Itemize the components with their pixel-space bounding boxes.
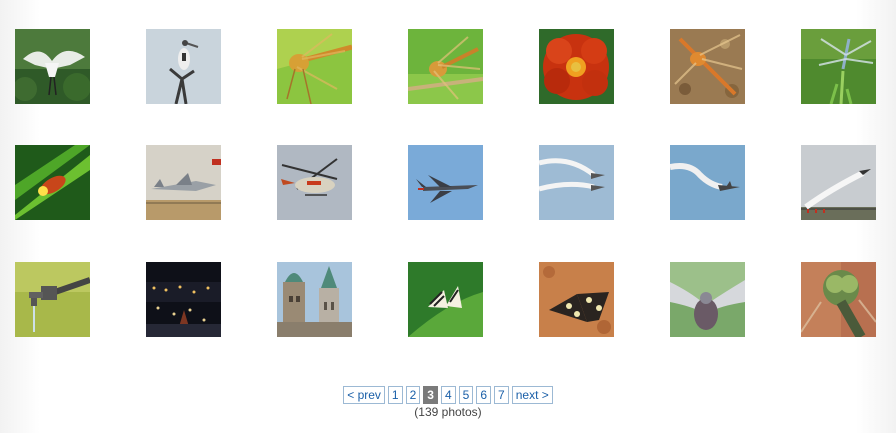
pigeon-photo[interactable] — [670, 262, 745, 337]
photo-grid — [0, 0, 896, 360]
page-link-7[interactable]: 7 — [494, 386, 509, 404]
helicopter-photo[interactable] — [277, 145, 352, 220]
fighter-jet-photo[interactable] — [408, 145, 483, 220]
dragonfly-orange-photo[interactable] — [277, 29, 352, 104]
water-tap-photo[interactable] — [15, 262, 90, 337]
next-page-link[interactable]: next > — [511, 386, 553, 404]
jet-on-runway-photo[interactable] — [146, 145, 221, 220]
stork-in-flight-photo[interactable] — [15, 29, 90, 104]
current-page-indicator: 3 — [423, 386, 438, 404]
jet-smoke-trail-photo[interactable] — [670, 145, 745, 220]
red-flower-photo[interactable] — [539, 29, 614, 104]
photo-count: (139 photos) — [414, 405, 482, 419]
page-link-4[interactable]: 4 — [440, 386, 456, 404]
pagination: < prev 1 2 3 4 5 6 7 next > — [0, 386, 896, 404]
butterfly-on-leaf-photo[interactable] — [408, 262, 483, 337]
city-night-photo[interactable] — [146, 262, 221, 337]
page-link-2[interactable]: 2 — [405, 386, 421, 404]
page-link-1[interactable]: 1 — [387, 386, 403, 404]
airshow-runway-photo[interactable] — [801, 145, 876, 220]
page-link-6[interactable]: 6 — [476, 386, 492, 404]
towers-photo[interactable] — [277, 262, 352, 337]
dragonfly-on-twig-photo[interactable] — [408, 29, 483, 104]
dragonfly-on-soil-photo[interactable] — [670, 29, 745, 104]
prev-page-link[interactable]: < prev — [343, 386, 385, 404]
stork-on-branch-photo[interactable] — [146, 29, 221, 104]
firefly-on-leaf-photo[interactable] — [15, 145, 90, 220]
dragonfly-on-stem-photo[interactable] — [801, 29, 876, 104]
page-link-5[interactable]: 5 — [458, 386, 474, 404]
dragonfly-closeup-photo[interactable] — [801, 262, 876, 337]
pagination-links: < prev 1 2 3 4 5 6 7 next > — [343, 386, 553, 404]
jets-with-smoke-photo[interactable] — [539, 145, 614, 220]
butterfly-on-ground-photo[interactable] — [539, 262, 614, 337]
